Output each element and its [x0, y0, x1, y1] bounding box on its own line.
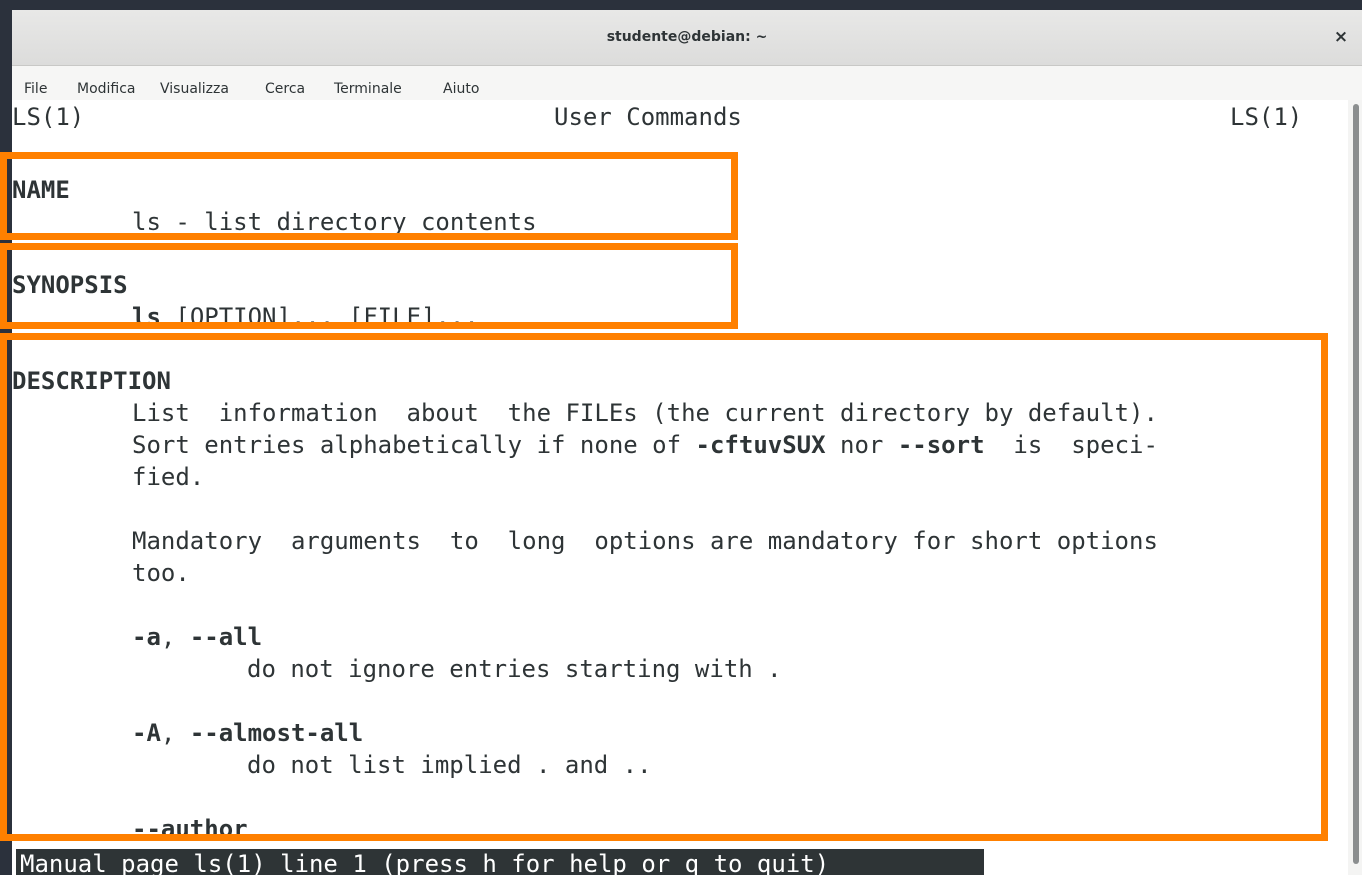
option-short: -a — [132, 623, 161, 651]
option-short: -A — [132, 719, 161, 747]
option-almost-all-description: do not list implied . and .. — [247, 751, 652, 779]
synopsis-bracket: ]... — [276, 303, 349, 331]
description-line: too. — [132, 559, 190, 587]
title-bar[interactable]: studente@debian: ~ × — [12, 10, 1362, 66]
description-line: Sort entries alphabetically if none of -… — [132, 429, 1158, 461]
window-title: studente@debian: ~ — [606, 29, 768, 45]
man-header-left: LS(1) — [12, 103, 85, 131]
synopsis-file: FILE — [363, 303, 422, 331]
menu-file[interactable]: File — [24, 81, 47, 97]
description-line: List information about the FILEs (the cu… — [132, 399, 1158, 427]
menu-aiuto[interactable]: Aiuto — [443, 81, 479, 97]
name-heading: NAME — [12, 176, 70, 204]
sort-flags: -cftuvSUX — [695, 431, 826, 459]
terminal-content[interactable]: LS(1) User Commands LS(1) NAME ls - list… — [12, 100, 1348, 875]
description-text: is speci- — [984, 431, 1158, 459]
man-header-right: LS(1) — [1230, 103, 1303, 131]
description-heading: DESCRIPTION — [12, 367, 171, 395]
description-text: Sort entries alphabetically if none of — [132, 431, 696, 459]
menu-visualizza[interactable]: Visualizza — [160, 81, 229, 97]
synopsis-bracket: [ — [348, 303, 364, 331]
option-almost-all-heading: -A, --almost-all — [132, 717, 363, 749]
option-separator: , — [160, 623, 190, 651]
menu-bar: File Modifica Visualizza Cerca Terminale… — [12, 66, 1362, 100]
option-long: --almost-all — [189, 719, 364, 747]
option-separator: , — [160, 719, 190, 747]
description-line: fied. — [132, 463, 205, 491]
option-author-heading: --author — [132, 815, 248, 843]
menu-cerca[interactable]: Cerca — [265, 81, 305, 97]
option-long: --all — [189, 623, 263, 651]
menu-modifica[interactable]: Modifica — [77, 81, 136, 97]
sort-option: --sort — [897, 431, 985, 459]
man-header-center: User Commands — [554, 103, 742, 131]
option-all-description: do not ignore entries starting with . — [247, 655, 782, 683]
synopsis-bracket: ]... — [421, 303, 479, 331]
description-text: nor — [825, 431, 898, 459]
pager-status-line: Manual page ls(1) line 1 (press h for he… — [16, 849, 984, 875]
synopsis-command: ls — [132, 303, 161, 331]
name-text: ls - list directory contents — [132, 208, 537, 236]
scrollbar[interactable] — [1348, 100, 1362, 875]
scrollbar-thumb[interactable] — [1353, 104, 1359, 864]
menu-terminale[interactable]: Terminale — [334, 81, 402, 97]
description-line: Mandatory arguments to long options are … — [132, 527, 1158, 555]
synopsis-line: ls [OPTION]... [FILE]... — [132, 301, 479, 333]
synopsis-heading: SYNOPSIS — [12, 271, 128, 299]
terminal-window: studente@debian: ~ × File Modifica Visua… — [12, 10, 1362, 875]
synopsis-option: OPTION — [189, 303, 277, 331]
close-button[interactable]: × — [1328, 24, 1354, 50]
synopsis-bracket: [ — [175, 303, 190, 331]
option-all-heading: -a, --all — [132, 621, 262, 653]
